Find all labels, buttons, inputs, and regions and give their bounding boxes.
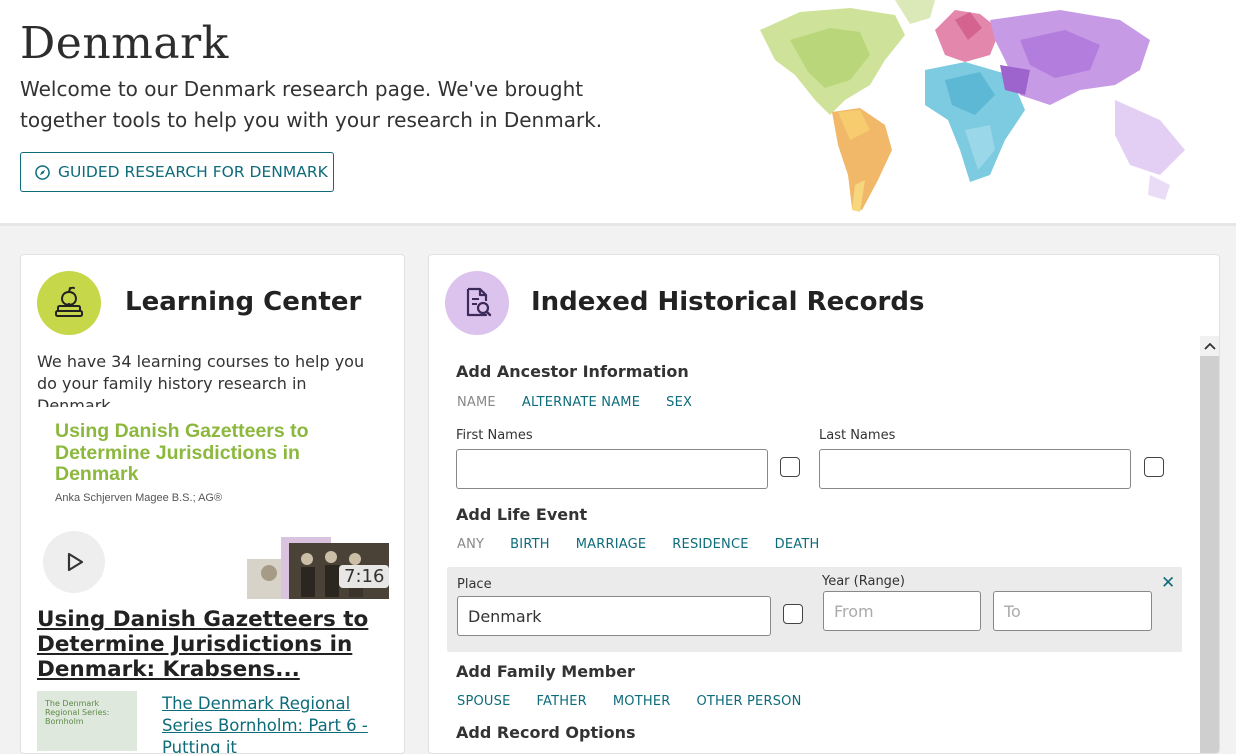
indexed-records-card: Indexed Historical Records Add Ancestor … bbox=[428, 254, 1220, 754]
tab-other-person[interactable]: OTHER PERSON bbox=[696, 694, 801, 709]
tab-birth[interactable]: BIRTH bbox=[510, 537, 550, 552]
place-input[interactable]: Denmark bbox=[457, 596, 771, 636]
next-course-item[interactable]: The Denmark Regional Series: Bornholm Th… bbox=[37, 691, 397, 753]
life-event-row: Place Denmark Year (Range) From To ✕ bbox=[447, 567, 1182, 652]
place-exact-checkbox[interactable] bbox=[783, 604, 803, 624]
video-course-link[interactable]: Using Danish Gazetteers to Determine Jur… bbox=[37, 607, 387, 682]
play-icon bbox=[67, 552, 84, 572]
records-icon bbox=[445, 271, 509, 335]
apple-books-icon bbox=[55, 286, 83, 317]
tab-marriage[interactable]: MARRIAGE bbox=[576, 537, 647, 552]
life-event-tabs: ANY BIRTH MARRIAGE RESIDENCE DEATH bbox=[457, 537, 846, 552]
next-course-link[interactable]: The Denmark Regional Series Bornholm: Pa… bbox=[162, 693, 392, 753]
ancestor-tabs: NAME ALTERNATE NAME SEX bbox=[457, 395, 718, 410]
video-thumbnail[interactable]: Using Danish Gazetteers to Determine Jur… bbox=[37, 407, 389, 599]
next-course-thumbnail: The Denmark Regional Series: Bornholm bbox=[37, 691, 137, 751]
hero-intro: Welcome to our Denmark research page. We… bbox=[20, 77, 603, 132]
video-duration: 7:16 bbox=[339, 565, 389, 588]
last-names-label: Last Names bbox=[819, 428, 896, 443]
play-button[interactable] bbox=[43, 531, 105, 593]
hero-banner: Denmark Welcome to our Denmark research … bbox=[0, 0, 1236, 226]
world-map-image bbox=[760, 0, 1185, 212]
first-names-exact-checkbox[interactable] bbox=[780, 457, 800, 477]
last-names-input[interactable] bbox=[819, 449, 1131, 489]
tab-alternate-name[interactable]: ALTERNATE NAME bbox=[522, 395, 640, 410]
tab-sex[interactable]: SEX bbox=[666, 395, 692, 410]
tab-name[interactable]: NAME bbox=[457, 395, 496, 410]
first-names-input[interactable] bbox=[456, 449, 768, 489]
learning-center-card: Learning Center We have 34 learning cour… bbox=[20, 254, 405, 754]
year-from-input[interactable]: From bbox=[823, 591, 981, 631]
scroll-up-button[interactable] bbox=[1200, 336, 1219, 356]
tab-spouse[interactable]: SPOUSE bbox=[457, 694, 511, 709]
learning-center-icon bbox=[37, 271, 101, 335]
guided-research-button[interactable]: GUIDED RESEARCH FOR DENMARK bbox=[20, 152, 334, 192]
compass-icon bbox=[35, 164, 50, 180]
page-title: Denmark bbox=[20, 18, 229, 69]
tab-any[interactable]: ANY bbox=[457, 537, 484, 552]
family-section-title: Add Family Member bbox=[456, 662, 635, 681]
first-names-label: First Names bbox=[456, 428, 533, 443]
thumbnail-title: Using Danish Gazetteers to Determine Jur… bbox=[55, 420, 309, 485]
learning-center-title: Learning Center bbox=[125, 287, 362, 317]
record-options-section-title: Add Record Options bbox=[456, 723, 636, 742]
life-event-section-title: Add Life Event bbox=[456, 505, 588, 524]
guided-research-label: GUIDED RESEARCH FOR DENMARK bbox=[58, 163, 328, 181]
tab-death[interactable]: DEATH bbox=[775, 537, 820, 552]
thumbnail-author: Anka Schjerven Magee B.S.; AG® bbox=[55, 492, 223, 504]
last-names-exact-checkbox[interactable] bbox=[1144, 457, 1164, 477]
records-title: Indexed Historical Records bbox=[531, 287, 925, 317]
year-range-label: Year (Range) bbox=[822, 574, 906, 589]
tab-mother[interactable]: MOTHER bbox=[613, 694, 671, 709]
records-scrollbar[interactable] bbox=[1200, 336, 1219, 753]
family-tabs: SPOUSE FATHER MOTHER OTHER PERSON bbox=[457, 694, 828, 709]
ancestor-section-title: Add Ancestor Information bbox=[456, 362, 689, 381]
place-label: Place bbox=[457, 577, 492, 592]
tab-residence[interactable]: RESIDENCE bbox=[672, 537, 748, 552]
chevron-up-icon bbox=[1204, 342, 1216, 350]
remove-event-close-icon[interactable]: ✕ bbox=[1161, 573, 1175, 593]
tab-father[interactable]: FATHER bbox=[537, 694, 587, 709]
year-to-input[interactable]: To bbox=[993, 591, 1152, 631]
document-search-icon bbox=[466, 287, 492, 317]
